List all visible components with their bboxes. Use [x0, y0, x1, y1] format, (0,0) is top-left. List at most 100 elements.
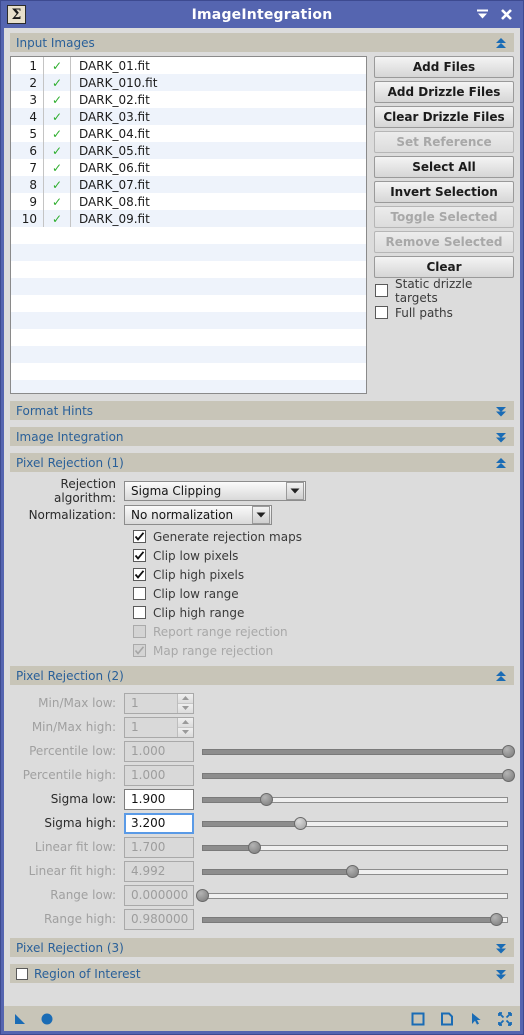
dialog-body: Input Images 1 ✓ DARK_01.fit 2 ✓ DARK_010.fit… — [4, 28, 520, 1006]
rejection-algorithm-select[interactable]: Sigma Clipping — [124, 481, 306, 501]
double-chevron-up-icon[interactable] — [494, 669, 508, 683]
percentile-high-input: 1.000 — [124, 764, 194, 786]
triangle-icon[interactable] — [12, 1011, 27, 1026]
checkmark-icon[interactable]: ✓ — [44, 93, 70, 107]
table-row[interactable]: 3 ✓ DARK_02.fit — [11, 91, 366, 108]
double-chevron-up-icon[interactable] — [494, 456, 508, 470]
normalization-row: Normalization: No normalization — [10, 503, 514, 527]
linear-fit-low-slider — [202, 837, 508, 858]
toggle-selected-button: Toggle Selected — [374, 206, 514, 228]
sigma-high-input[interactable]: 3.200 — [124, 812, 194, 834]
checkmark-icon[interactable]: ✓ — [44, 110, 70, 124]
collapse-icon[interactable] — [475, 7, 490, 22]
section-header-input-images[interactable]: Input Images — [10, 33, 514, 52]
table-row-empty — [11, 329, 366, 346]
close-icon[interactable] — [499, 7, 514, 22]
table-row-empty — [11, 346, 366, 363]
checkmark-icon[interactable]: ✓ — [44, 127, 70, 141]
slider-handle[interactable] — [293, 816, 307, 830]
set-reference-button: Set Reference — [374, 131, 514, 153]
checkbox[interactable] — [375, 306, 388, 319]
region-of-interest-checkbox[interactable] — [16, 967, 28, 980]
table-row[interactable]: 10 ✓ DARK_09.fit — [11, 210, 366, 227]
row-filename: DARK_06.fit — [79, 160, 150, 175]
table-row[interactable]: 6 ✓ DARK_05.fit — [11, 142, 366, 159]
double-chevron-down-icon[interactable] — [494, 404, 508, 418]
imageintegration-window: Σ ImageIntegration Input Images 1 ✓ DARK… — [0, 0, 524, 1035]
checkmark-icon[interactable]: ✓ — [44, 144, 70, 158]
clear-drizzle-files-button[interactable]: Clear Drizzle Files — [374, 106, 514, 128]
slider-fill — [202, 772, 508, 779]
double-chevron-down-icon[interactable] — [494, 967, 508, 981]
double-chevron-down-icon[interactable] — [494, 430, 508, 444]
table-row[interactable]: 1 ✓ DARK_01.fit — [11, 57, 366, 74]
row-filename: DARK_02.fit — [79, 92, 150, 107]
collapse-arrows-icon[interactable] — [497, 1011, 512, 1026]
section-header-pixel-rejection-3[interactable]: Pixel Rejection (3) — [10, 938, 514, 957]
table-row[interactable]: 8 ✓ DARK_07.fit — [11, 176, 366, 193]
table-row[interactable]: 2 ✓ DARK_010.fit — [11, 74, 366, 91]
checkmark-icon[interactable]: ✓ — [44, 161, 70, 175]
clip-high-range-row[interactable]: Clip high range — [132, 603, 514, 622]
sigma-high-slider[interactable] — [202, 813, 508, 834]
section-header-pixel-rejection-1[interactable]: Pixel Rejection (1) — [10, 453, 514, 472]
sigma-low-slider[interactable] — [202, 789, 508, 810]
select-all-button[interactable]: Select All — [374, 156, 514, 178]
checkmark-icon[interactable]: ✓ — [44, 76, 70, 90]
normalization-label: Normalization: — [28, 508, 116, 522]
checkmark-icon[interactable]: ✓ — [44, 59, 70, 73]
row-index: 5 — [29, 126, 37, 141]
table-row-empty — [11, 244, 366, 261]
checkmark-icon[interactable]: ✓ — [44, 195, 70, 209]
percentile-high-slider — [202, 765, 515, 786]
add-drizzle-files-button[interactable]: Add Drizzle Files — [374, 81, 514, 103]
sigma-low-input[interactable]: 1.900 — [124, 788, 194, 810]
clip-low-pixels-row[interactable]: Clip low pixels — [132, 546, 514, 565]
arrow-cursor-icon[interactable] — [468, 1011, 483, 1026]
table-row[interactable]: 4 ✓ DARK_03.fit — [11, 108, 366, 125]
checkbox[interactable] — [375, 284, 388, 297]
table-row[interactable]: 5 ✓ DARK_04.fit — [11, 125, 366, 142]
section-header-pixel-rejection-2[interactable]: Pixel Rejection (2) — [10, 666, 514, 685]
section-title: Image Integration — [16, 429, 124, 444]
range-low-slider — [196, 885, 508, 906]
circle-icon[interactable] — [39, 1011, 54, 1026]
section-header-image-integration[interactable]: Image Integration — [10, 427, 514, 446]
checkbox-label: Full paths — [395, 305, 453, 320]
checkmark-icon[interactable]: ✓ — [44, 178, 70, 192]
checkbox[interactable] — [133, 549, 146, 562]
row-index: 7 — [29, 160, 37, 175]
generate-rejection-maps-row[interactable]: Generate rejection maps — [132, 527, 514, 546]
static-drizzle-targets-row[interactable]: Static drizzle targets — [374, 277, 514, 305]
double-chevron-up-icon[interactable] — [494, 36, 508, 50]
table-row[interactable]: 7 ✓ DARK_06.fit — [11, 159, 366, 176]
clear-button[interactable]: Clear — [374, 256, 514, 278]
sigma-high-label: Sigma high: — [44, 816, 116, 830]
checkbox[interactable] — [133, 587, 146, 600]
clip-high-pixels-row[interactable]: Clip high pixels — [132, 565, 514, 584]
rejection-algorithm-label: Rejection algorithm: — [54, 477, 116, 505]
section-title: Format Hints — [16, 403, 94, 418]
range-high-input: 0.980000 — [124, 908, 194, 930]
checkbox[interactable] — [133, 530, 146, 543]
section-header-format-hints[interactable]: Format Hints — [10, 401, 514, 420]
slider-handle — [196, 888, 209, 902]
clip-low-range-row[interactable]: Clip low range — [132, 584, 514, 603]
min-max-high-label: Min/Max high: — [31, 720, 116, 734]
double-chevron-down-icon[interactable] — [494, 941, 508, 955]
checkmark-icon[interactable]: ✓ — [44, 212, 70, 226]
min-max-low-row: Min/Max low: 1 — [10, 691, 514, 715]
add-files-button[interactable]: Add Files — [374, 56, 514, 78]
slider-handle[interactable] — [260, 792, 274, 806]
checkbox[interactable] — [133, 568, 146, 581]
checkbox[interactable] — [133, 606, 146, 619]
document-icon[interactable] — [439, 1011, 454, 1026]
file-list[interactable]: 1 ✓ DARK_01.fit 2 ✓ DARK_010.fit 3 ✓ DARK_02.fit… — [10, 56, 367, 394]
table-row[interactable]: 9 ✓ DARK_08.fit — [11, 193, 366, 210]
square-icon[interactable] — [410, 1011, 425, 1026]
full-paths-row[interactable]: Full paths — [374, 303, 514, 322]
section-header-region-of-interest[interactable]: Region of Interest — [10, 964, 514, 983]
invert-selection-button[interactable]: Invert Selection — [374, 181, 514, 203]
normalization-select[interactable]: No normalization — [124, 505, 272, 525]
row-filename: DARK_04.fit — [79, 126, 150, 141]
